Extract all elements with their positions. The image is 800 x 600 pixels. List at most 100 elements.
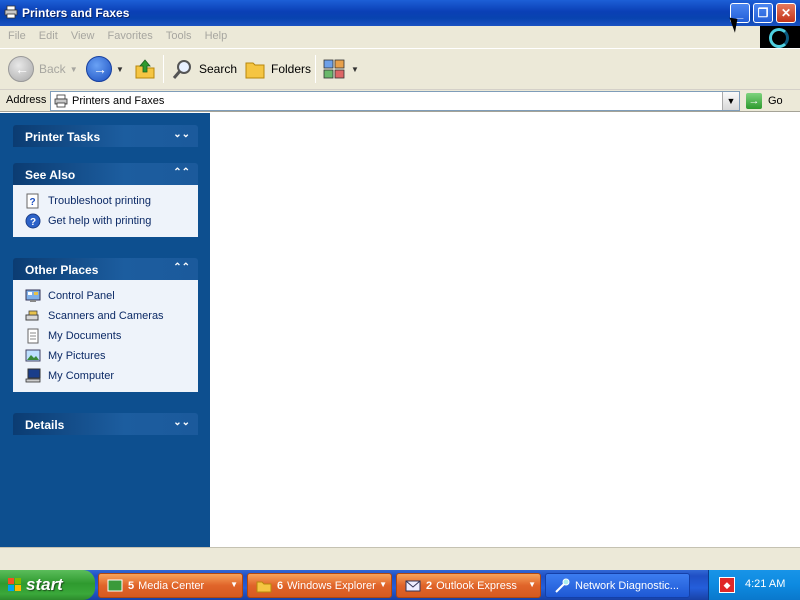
control-panel-link[interactable]: Control Panel — [25, 286, 198, 306]
expand-chevron-icon[interactable]: ⌄⌄ — [173, 417, 190, 428]
pictures-icon — [25, 349, 41, 362]
toolbar-separator — [315, 55, 316, 83]
help-page-icon: ? — [26, 193, 39, 209]
menu-file[interactable]: File — [0, 26, 31, 42]
task-label: Outlook Express — [436, 579, 517, 592]
close-icon: ✕ — [780, 6, 792, 20]
printer-icon — [54, 94, 68, 108]
chevron-down-icon: ▼ — [528, 580, 536, 589]
forward-button[interactable]: → ▼ — [86, 55, 124, 83]
task-count: 2 — [426, 579, 433, 592]
other-places-body: Control Panel Scanners and Cameras My Do… — [13, 280, 198, 392]
system-tray: ◆ 4:21 AM — [708, 570, 800, 600]
address-input[interactable]: Printers and Faxes ▼ — [50, 91, 740, 111]
computer-icon — [25, 368, 41, 383]
media-center-icon — [107, 579, 123, 591]
link-label: My Pictures — [48, 350, 106, 362]
link-label: My Computer — [48, 370, 115, 382]
views-icon — [323, 59, 345, 79]
toolbar-separator — [163, 55, 164, 83]
task-count: 6 — [277, 579, 284, 592]
start-button[interactable]: start — [0, 570, 95, 600]
task-pane: Printer Tasks ⌄⌄ See Also ⌃⌃ ? Troublesh… — [0, 113, 210, 547]
see-also-title: See Also — [25, 168, 76, 182]
status-bar — [0, 547, 800, 570]
forward-arrow-icon: → — [86, 56, 112, 82]
taskbar-group-windows-explorer[interactable]: 6 Windows Explorer ▼ — [247, 573, 392, 598]
menu-favorites[interactable]: Favorites — [103, 26, 158, 42]
control-panel-icon — [25, 289, 41, 302]
details-title: Details — [25, 418, 65, 432]
link-label: Control Panel — [48, 290, 115, 302]
address-dropdown-button[interactable]: ▼ — [722, 92, 739, 110]
throbber-ring-icon — [769, 28, 789, 48]
collapse-chevron-icon[interactable]: ⌃⌃ — [173, 262, 190, 273]
printer-tasks-panel: Printer Tasks ⌄⌄ — [13, 125, 198, 147]
see-also-header[interactable]: See Also ⌃⌃ — [13, 163, 198, 185]
up-button[interactable] — [133, 55, 157, 83]
back-label: Back — [39, 62, 66, 76]
details-header[interactable]: Details ⌄⌄ — [13, 413, 198, 435]
close-button[interactable]: ✕ — [776, 3, 796, 23]
my-documents-link[interactable]: My Documents — [25, 326, 198, 346]
scanners-cameras-link[interactable]: Scanners and Cameras — [25, 306, 198, 326]
tray-alert-icon[interactable]: ◆ — [719, 577, 735, 593]
task-label: Media Center — [138, 579, 205, 592]
taskbar-group-media-center[interactable]: 5 Media Center ▼ — [98, 573, 243, 598]
back-button[interactable]: ← Back ▼ — [8, 55, 78, 83]
windows-logo-icon — [8, 578, 21, 591]
address-label: Address — [6, 94, 47, 106]
folders-icon — [245, 62, 265, 79]
troubleshoot-printing-link[interactable]: ? Troubleshoot printing — [25, 191, 198, 211]
go-button[interactable]: → Go — [746, 92, 783, 110]
printer-tasks-header[interactable]: Printer Tasks ⌄⌄ — [13, 125, 198, 147]
svg-text:?: ? — [29, 197, 35, 208]
menu-view[interactable]: View — [66, 26, 100, 42]
outlook-express-icon — [405, 580, 421, 591]
link-label: Get help with printing — [48, 215, 152, 227]
taskbar: start 5 Media Center ▼ 6 Windows Explore… — [0, 570, 800, 600]
window-title: Printers and Faxes — [22, 6, 130, 20]
search-label: Search — [199, 62, 238, 76]
taskbar-group-outlook-express[interactable]: 2 Outlook Express ▼ — [396, 573, 541, 598]
restore-button[interactable]: ❐ — [753, 3, 773, 23]
taskbar-network-diagnostic[interactable]: Network Diagnostic... — [545, 573, 690, 598]
back-arrow-icon: ← — [8, 56, 34, 82]
clock[interactable]: 4:21 AM — [745, 578, 785, 590]
my-computer-link[interactable]: My Computer — [25, 366, 198, 386]
forward-dropdown-icon: ▼ — [116, 64, 124, 74]
go-label: Go — [768, 95, 783, 107]
printer-icon — [4, 5, 18, 19]
minimize-icon: _ — [736, 6, 744, 20]
chevron-down-icon: ▼ — [230, 580, 238, 589]
address-bar: Address Printers and Faxes ▼ → Go — [0, 90, 800, 112]
menu-help[interactable]: Help — [200, 26, 233, 42]
collapse-chevron-icon[interactable]: ⌃⌃ — [173, 167, 190, 178]
other-places-header[interactable]: Other Places ⌃⌃ — [13, 258, 198, 280]
other-places-panel: Other Places ⌃⌃ Control Panel Scanners a… — [13, 258, 198, 392]
address-value: Printers and Faxes — [72, 95, 165, 107]
search-icon — [172, 60, 191, 79]
go-arrow-icon: → — [746, 93, 762, 109]
my-pictures-link[interactable]: My Pictures — [25, 346, 198, 366]
windows-throbber — [760, 26, 800, 50]
views-dropdown-icon: ▼ — [351, 64, 359, 74]
menu-tools[interactable]: Tools — [161, 26, 197, 42]
chevron-down-icon: ▼ — [726, 96, 736, 106]
title-bar[interactable]: Printers and Faxes _ ❐ ✕ — [0, 0, 800, 26]
chevron-down-icon: ▼ — [379, 580, 387, 589]
link-label: My Documents — [48, 330, 122, 342]
get-help-printing-link[interactable]: ? Get help with printing — [25, 211, 198, 231]
up-folder-icon — [135, 59, 155, 79]
restore-icon: ❐ — [757, 6, 769, 20]
folders-label: Folders — [271, 62, 312, 76]
help-circle-icon: ? — [25, 213, 41, 229]
printer-tasks-title: Printer Tasks — [25, 130, 101, 144]
file-list-area[interactable] — [210, 113, 800, 547]
search-button[interactable]: Search — [172, 55, 237, 83]
menu-edit[interactable]: Edit — [34, 26, 63, 42]
expand-chevron-icon[interactable]: ⌄⌄ — [173, 129, 190, 140]
task-label: Network Diagnostic... — [575, 579, 679, 592]
folders-button[interactable]: Folders — [244, 55, 311, 83]
views-button[interactable]: ▼ — [323, 55, 359, 83]
